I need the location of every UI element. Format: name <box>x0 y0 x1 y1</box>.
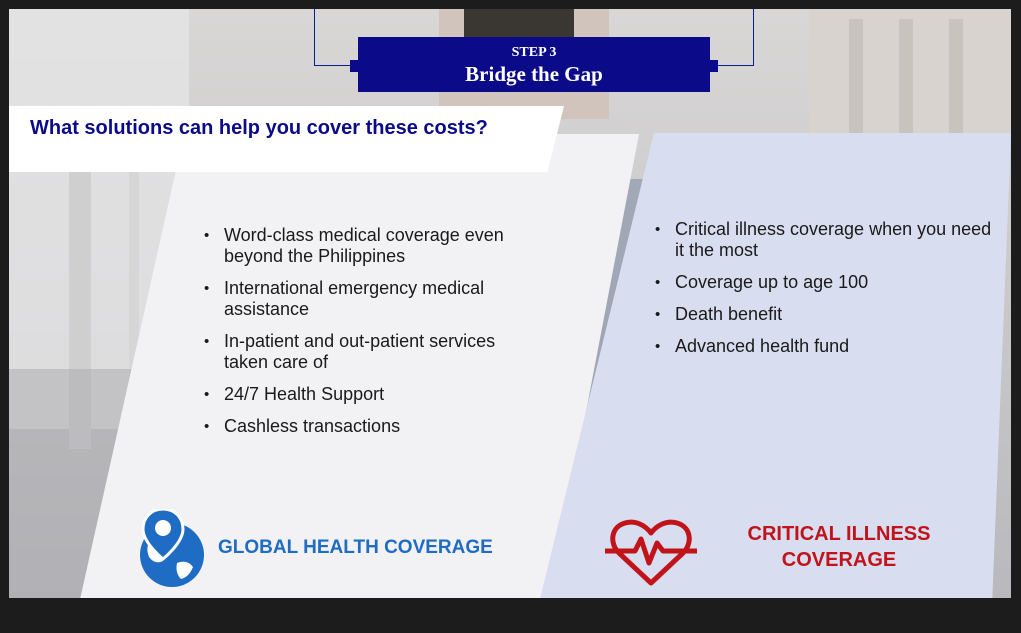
list-item: In-patient and out-patient services take… <box>204 331 544 373</box>
step-header-box: STEP 3 Bridge the Gap <box>358 37 710 92</box>
critical-illness-coverage-label: CRITICAL ILLNESS COVERAGE <box>729 521 949 573</box>
slide: STEP 3 Bridge the Gap What solutions can… <box>9 9 1011 598</box>
list-item: Advanced health fund <box>655 336 995 357</box>
list-item: International emergency medical assistan… <box>204 278 544 320</box>
list-item: Critical illness coverage when you need … <box>655 219 995 261</box>
global-health-bullet-list: Word-class medical coverage even beyond … <box>204 225 544 448</box>
list-item: Word-class medical coverage even beyond … <box>204 225 544 267</box>
critical-illness-label-line1: CRITICAL ILLNESS <box>747 523 931 545</box>
step-box-right-nub <box>710 60 718 72</box>
step-title: Bridge the Gap <box>465 62 603 86</box>
heartbeat-icon <box>605 519 697 586</box>
list-item: Coverage up to age 100 <box>655 272 995 293</box>
step-number: STEP 3 <box>511 45 557 60</box>
step-box-left-nub <box>350 60 358 72</box>
window-top-bar <box>0 0 1021 9</box>
window-left-bar <box>0 0 9 633</box>
globe-pin-icon <box>140 509 204 587</box>
question-heading: What solutions can help you cover these … <box>30 117 488 139</box>
critical-illness-label-line2: COVERAGE <box>781 549 897 571</box>
list-item: Death benefit <box>655 304 995 325</box>
list-item: 24/7 Health Support <box>204 384 544 405</box>
global-health-coverage-label: GLOBAL HEALTH COVERAGE <box>218 537 493 558</box>
window-right-bar <box>1011 0 1021 633</box>
critical-illness-bullet-list: Critical illness coverage when you need … <box>655 219 995 368</box>
list-item: Cashless transactions <box>204 416 544 437</box>
